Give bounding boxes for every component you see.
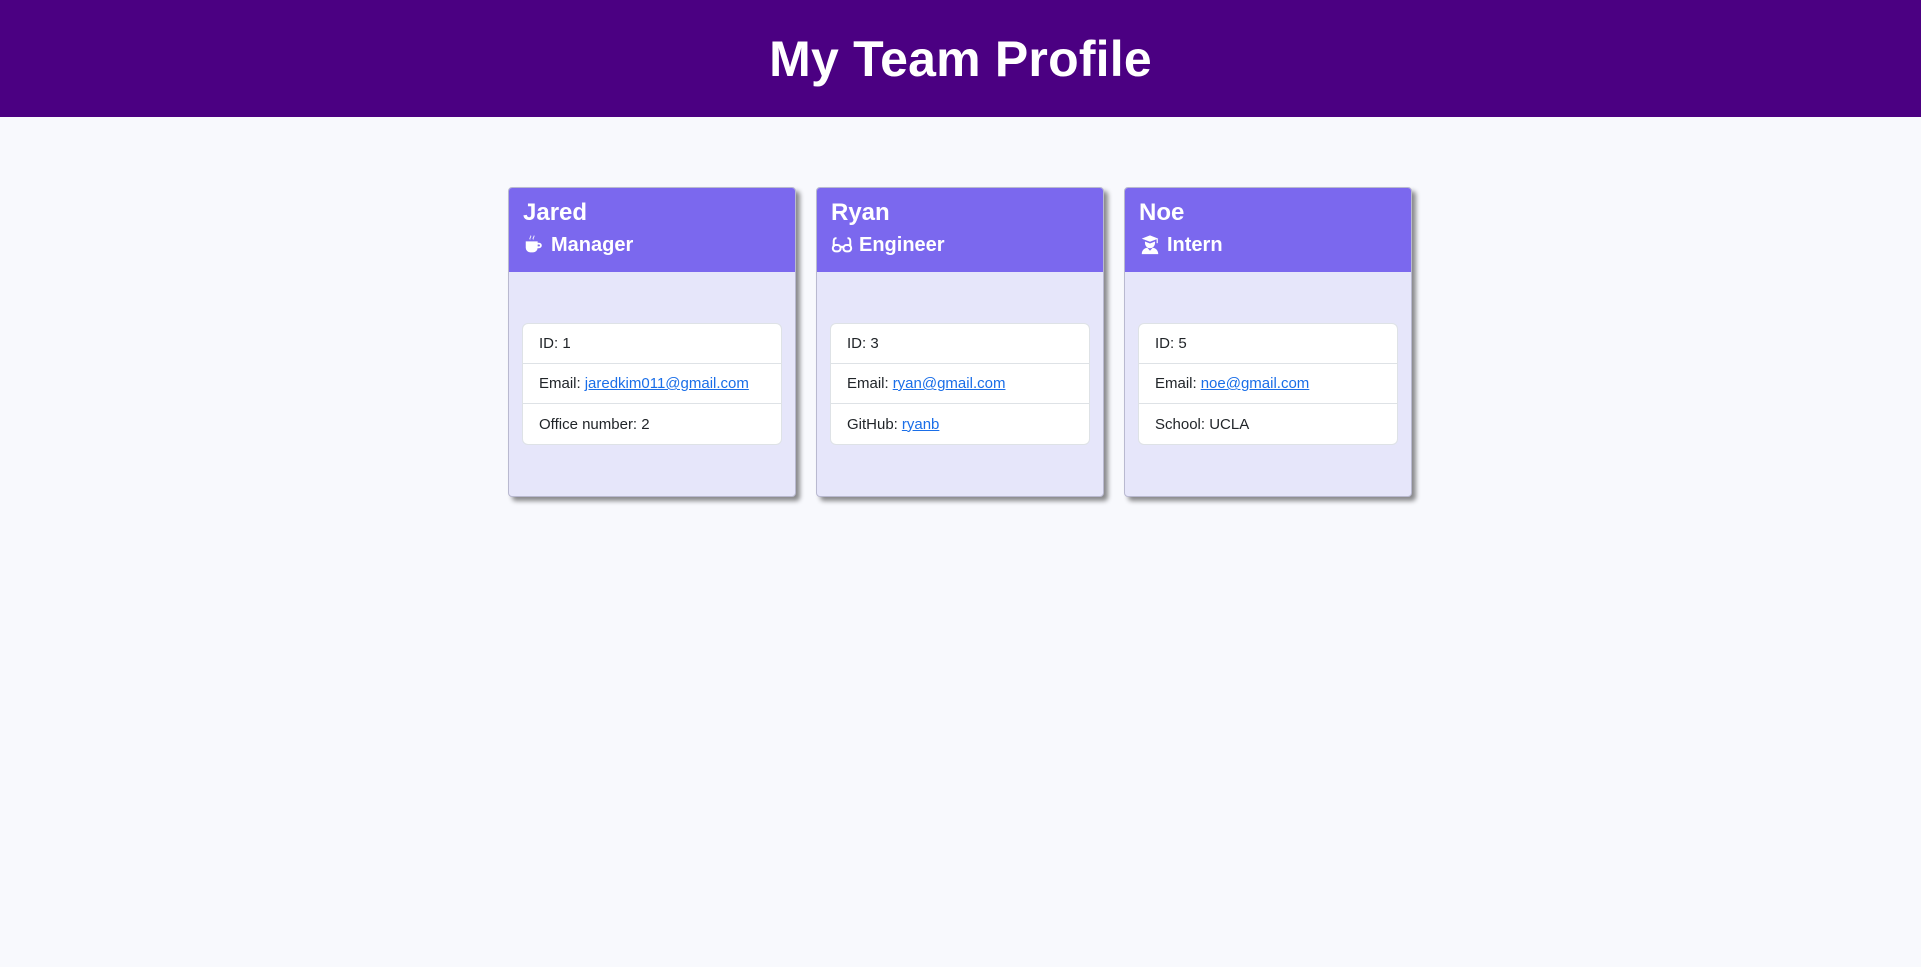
page-title: My Team Profile [769,30,1152,87]
employee-role: Intern [1139,230,1397,260]
info-list: ID: 1 Email: jaredkim011@gmail.com Offic… [522,323,782,445]
email-label: Email: [847,375,889,392]
employee-card-manager: Jared Manager ID: 1 Email: jaredkim011@g… [508,187,796,497]
card-header: Jared Manager [509,188,795,272]
card-body: ID: 1 Email: jaredkim011@gmail.com Offic… [509,272,795,445]
employee-id: ID: 1 [523,324,781,364]
role-label: Intern [1167,234,1223,256]
employee-id: ID: 3 [831,324,1089,364]
card-body: ID: 5 Email: noe@gmail.com School: UCLA [1125,272,1411,445]
employee-name: Ryan [831,199,890,226]
email-link[interactable]: jaredkim011@gmail.com [585,375,749,392]
employee-email: Email: noe@gmail.com [1139,364,1397,404]
email-label: Email: [1155,375,1197,392]
employee-id: ID: 5 [1139,324,1397,364]
team-cards: Jared Manager ID: 1 Email: jaredkim011@g… [508,187,1412,497]
github-label: GitHub: [847,415,898,433]
employee-card-engineer: Ryan Engineer ID: 3 Email: ryan@gmail.co… [816,187,1104,497]
info-list: ID: 3 Email: ryan@gmail.com GitHub: ryan… [830,323,1090,445]
employee-email: Email: jaredkim011@gmail.com [523,364,781,404]
page-header: My Team Profile [0,0,1921,117]
github-link[interactable]: ryanb [902,416,940,433]
glasses-icon [831,234,853,256]
info-list: ID: 5 Email: noe@gmail.com School: UCLA [1138,323,1398,445]
employee-role: Engineer [831,230,1089,260]
employee-card-intern: Noe Intern ID: 5 Email: noe@gmail.com Sc… [1124,187,1412,497]
email-link[interactable]: ryan@gmail.com [893,375,1006,392]
card-header: Noe Intern [1125,188,1411,272]
employee-name: Noe [1139,199,1185,226]
role-label: Engineer [859,234,945,256]
office-number: Office number: 2 [539,415,650,433]
role-label: Manager [551,234,634,256]
card-body: ID: 3 Email: ryan@gmail.com GitHub: ryan… [817,272,1103,445]
employee-name: Jared [523,199,588,226]
school: School: UCLA [1155,415,1250,433]
email-link[interactable]: noe@gmail.com [1201,375,1310,392]
mug-hot-icon [523,234,545,256]
user-graduate-icon [1139,234,1161,256]
employee-email: Email: ryan@gmail.com [831,364,1089,404]
card-header: Ryan Engineer [817,188,1103,272]
email-label: Email: [539,375,581,392]
github: GitHub: ryanb [831,404,1089,444]
employee-role: Manager [523,230,781,260]
